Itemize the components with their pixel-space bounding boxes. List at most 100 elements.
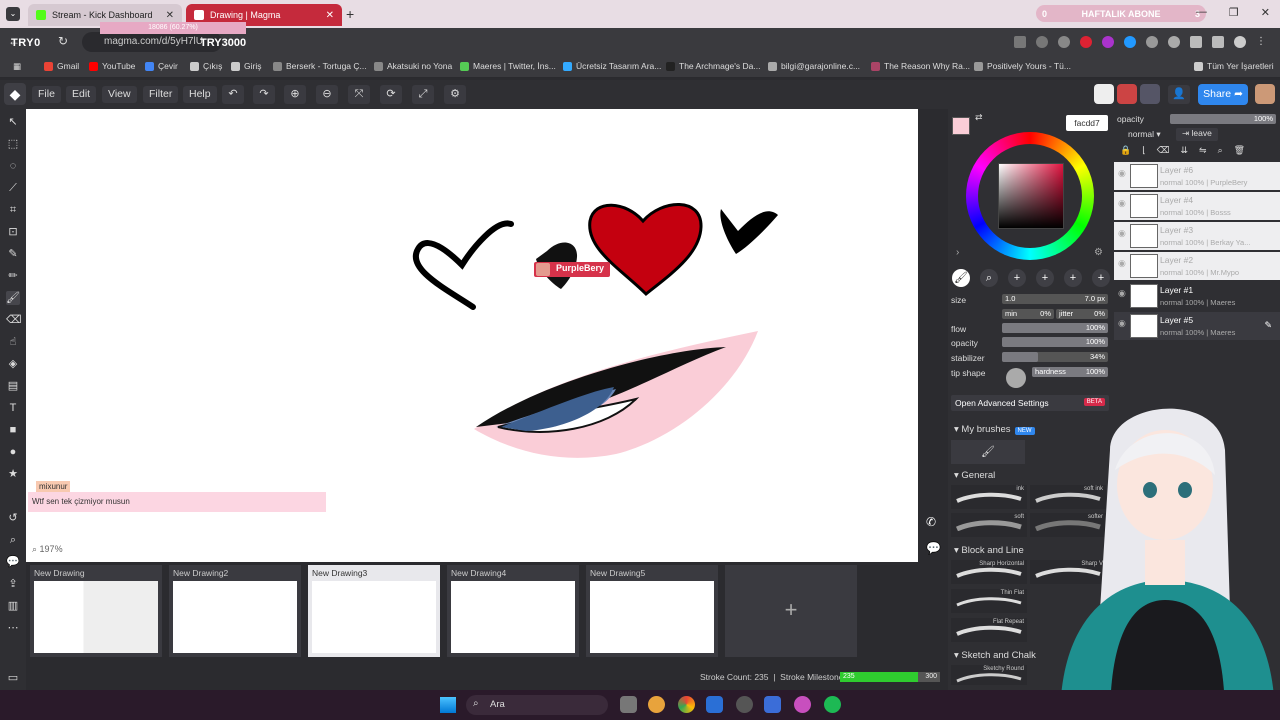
app-pink-icon[interactable] [794, 696, 811, 713]
menu-file[interactable]: File [32, 86, 61, 103]
bookmark-akatsuki[interactable]: Akatsuki no Yona [374, 61, 452, 71]
new-drawing-button[interactable]: + [725, 565, 857, 657]
bookmark-tasarim[interactable]: Ücretsiz Tasarım Ara... [563, 61, 661, 71]
chat-icon[interactable]: 💬 [6, 555, 20, 569]
delete-layer-icon[interactable]: 🗑 [1234, 145, 1245, 156]
blend-mode-select[interactable]: normal ▾ [1128, 129, 1161, 140]
add-user-icon[interactable]: 👤 [1168, 85, 1190, 104]
eyedropper-icon[interactable]: ✎ [6, 247, 20, 261]
magma-logo[interactable]: ◆ [4, 83, 26, 105]
layer-item[interactable]: ◉ Layer #3 normal 100% | Berkay Ya... [1114, 222, 1280, 250]
layer-item[interactable]: ◉ Layer #5 normal 100% | Maeres ✎ [1114, 312, 1280, 340]
bookmark-reason[interactable]: The Reason Why Ra... [871, 61, 970, 71]
menu-edit[interactable]: Edit [66, 86, 97, 103]
app-blue-icon[interactable] [706, 696, 723, 713]
visibility-icon[interactable]: ◉ [1118, 198, 1126, 209]
star-shape-icon[interactable]: ★ [6, 467, 20, 481]
star-icon[interactable] [1058, 36, 1070, 48]
edit-layer-icon[interactable]: ✎ [1264, 320, 1272, 331]
smudge-icon[interactable]: ☝ [6, 335, 20, 349]
more-tools-icon[interactable]: ⋯ [6, 621, 20, 635]
drawing-thumb-5[interactable]: New Drawing5 [586, 565, 718, 657]
brush-ink[interactable]: ink [951, 485, 1027, 509]
add-brush-icon-4[interactable]: + [1092, 269, 1110, 287]
general-section[interactable]: ▾ General [954, 470, 995, 481]
zoom-level[interactable]: ⌕ 197% [32, 544, 63, 555]
swap-colors-icon[interactable]: ⇄ [975, 112, 983, 123]
bookmark-giris[interactable]: Giriş [231, 61, 261, 71]
search-layers-icon[interactable]: ⌕ [1218, 145, 1223, 156]
share-button[interactable]: Share ➦ [1198, 84, 1248, 105]
brush-thin-flat[interactable]: Thin Flat [951, 589, 1027, 613]
chat-bubble-icon[interactable]: 💬 [926, 541, 941, 555]
zoom-in-icon[interactable]: ⊕ [284, 85, 306, 104]
lasso-icon[interactable]: ◌ [6, 159, 20, 173]
menu-help[interactable]: Help [183, 86, 217, 103]
eraser-icon[interactable]: ⌫ [6, 313, 22, 327]
minimize-icon[interactable]: — [1196, 6, 1207, 19]
layer-item[interactable]: ◉ Layer #1 normal 100% | Maeres [1114, 282, 1280, 310]
rect-shape-icon[interactable]: ■ [6, 423, 20, 437]
close-icon[interactable]: ✕ [166, 10, 174, 21]
drawing-thumb-3[interactable]: New Drawing3 [308, 565, 440, 657]
drawing-thumb-2[interactable]: New Drawing2 [169, 565, 301, 657]
bookmark-berserk[interactable]: Berserk - Tortuga Ç... [273, 61, 367, 71]
crop-icon[interactable]: ⌗ [6, 203, 20, 217]
fullscreen-icon[interactable]: ⤢ [412, 85, 434, 104]
all-bookmarks[interactable]: Tüm Yer İşaretleri [1194, 61, 1274, 71]
hardness-slider[interactable]: hardness 100% [1032, 367, 1108, 377]
extension-cloud-icon[interactable] [1168, 36, 1180, 48]
brush-icon[interactable]: 🖌 [6, 291, 20, 305]
flip-icon[interactable]: ⇋ [1199, 145, 1207, 156]
cast-icon[interactable] [1014, 36, 1026, 48]
sidebar-icon[interactable] [1212, 36, 1224, 48]
jitter-slider[interactable]: jitter 0% [1056, 309, 1108, 319]
brush-flat-repeat[interactable]: Flat Repeat [951, 618, 1027, 642]
bookmark-maeres[interactable]: Maeres | Twitter, İns... [460, 61, 556, 71]
my-brushes-section[interactable]: ▾ My brushes NEW [954, 424, 1035, 435]
lock-icon[interactable]: 🔒 [1120, 145, 1131, 156]
chrome-icon[interactable] [678, 696, 695, 713]
puzzle-icon[interactable] [1190, 36, 1202, 48]
size-slider[interactable]: 1.0 7.0 px [1002, 294, 1108, 304]
zoom-out-icon[interactable]: ⊖ [316, 85, 338, 104]
select-rect-icon[interactable]: ⬚ [6, 137, 20, 151]
new-tab-button[interactable]: + [346, 6, 354, 22]
eye-off-icon[interactable] [1036, 36, 1048, 48]
menu-view[interactable]: View [102, 86, 137, 103]
panel-toggle-icon[interactable]: ▭ [6, 671, 20, 685]
upload-icon[interactable]: ⇪ [6, 577, 20, 591]
add-brush-icon-2[interactable]: + [1036, 269, 1054, 287]
bookmark-bilgi[interactable]: bilgi@garajonline.c... [768, 61, 860, 71]
layer-opacity-slider[interactable]: 100% [1170, 114, 1276, 124]
close-window-icon[interactable]: ✕ [1261, 6, 1270, 19]
profile-avatar[interactable] [1234, 36, 1246, 48]
clip-icon[interactable]: ⌊ [1142, 145, 1146, 156]
search-brush-icon[interactable]: ⌕ [980, 269, 998, 287]
bookmark-cevir[interactable]: Çevir [145, 61, 178, 71]
bookmark-youtube[interactable]: YouTube [89, 61, 135, 71]
transform-icon[interactable]: ⊡ [6, 225, 20, 239]
bookmark-gmail[interactable]: Gmail [44, 61, 79, 71]
my-brush-slot[interactable]: 🖌 [951, 440, 1025, 464]
taskbar-search[interactable]: Ara [466, 695, 608, 715]
undo-icon[interactable]: ↶ [222, 85, 244, 104]
fit-icon[interactable]: ⤧ [348, 85, 370, 104]
hex-input[interactable]: facdd7 [1066, 115, 1108, 131]
opacity-slider[interactable]: 100% [1002, 337, 1108, 347]
drawing-thumb-4[interactable]: New Drawing4 [447, 565, 579, 657]
pencil-icon[interactable]: ✏ [6, 269, 20, 283]
layer-item[interactable]: ◉ Layer #4 normal 100% | Bosss [1114, 192, 1280, 220]
palette-settings-icon[interactable]: ⚙ [1094, 247, 1103, 258]
ellipse-shape-icon[interactable]: ● [6, 445, 20, 459]
restore-icon[interactable]: ❐ [1229, 6, 1239, 19]
add-brush-icon-3[interactable]: + [1064, 269, 1082, 287]
settings-icon[interactable]: ⚙ [444, 85, 466, 104]
close-icon[interactable]: ✕ [326, 10, 334, 21]
redo-icon[interactable]: ↷ [253, 85, 275, 104]
move-icon[interactable]: ↖ [6, 115, 20, 129]
text-icon[interactable]: T [6, 401, 20, 415]
saturation-value-picker[interactable] [998, 163, 1064, 229]
primary-color[interactable] [952, 117, 970, 135]
min-slider[interactable]: min 0% [1002, 309, 1054, 319]
